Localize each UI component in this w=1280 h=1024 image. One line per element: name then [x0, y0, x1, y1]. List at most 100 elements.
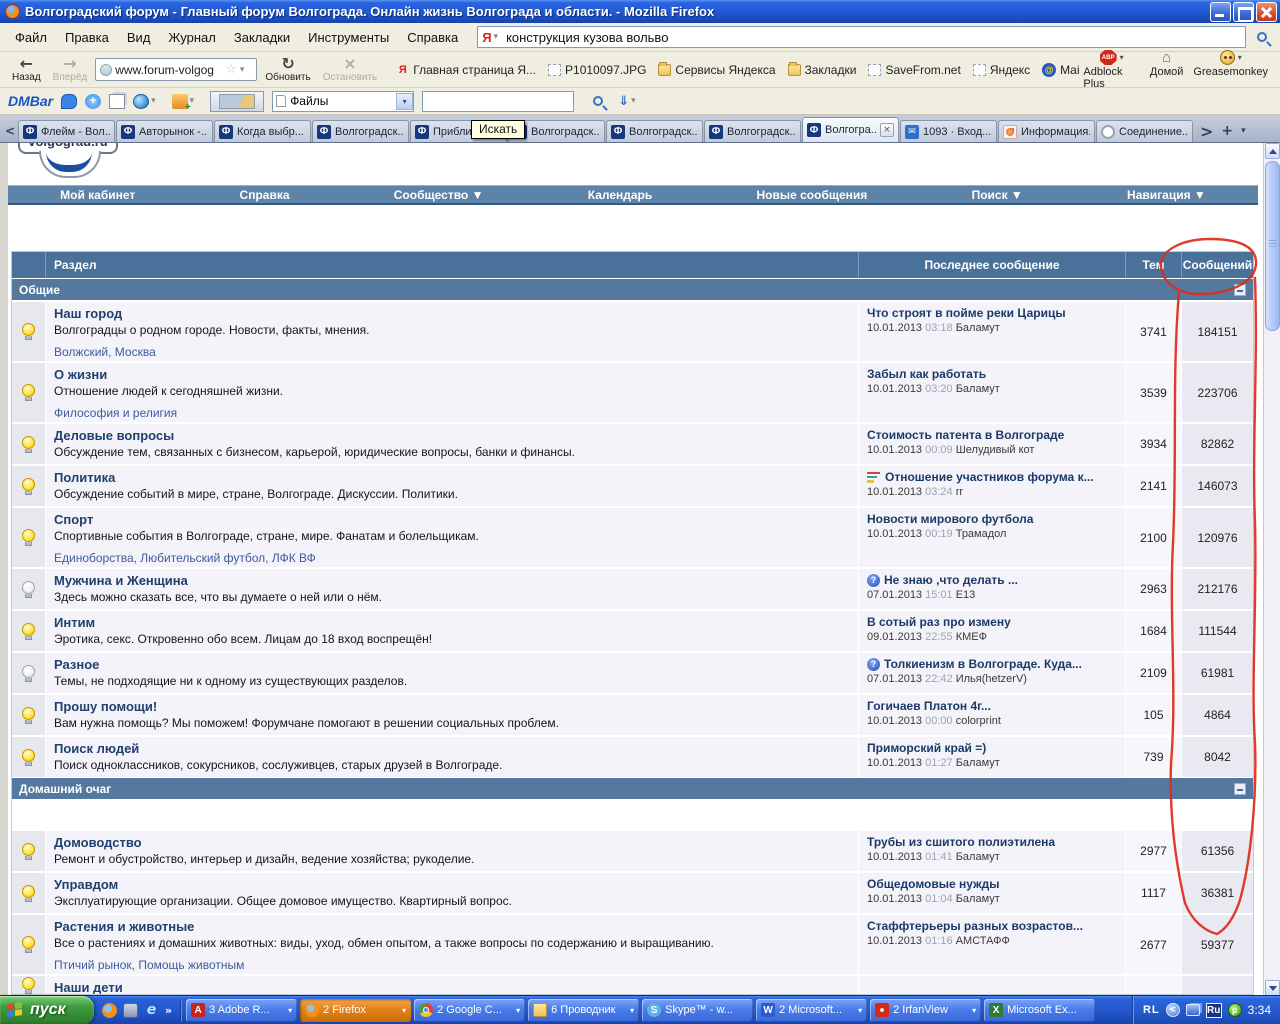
- tab-scroll-left-button[interactable]: <: [2, 120, 18, 142]
- start-button[interactable]: пуск: [0, 996, 94, 1024]
- utorrent-tray-icon[interactable]: µ: [1228, 1003, 1242, 1017]
- bookmark-star-icon[interactable]: ☆: [225, 62, 237, 77]
- maximize-button[interactable]: [1233, 2, 1254, 22]
- menu-item[interactable]: Файл: [6, 27, 56, 48]
- forum-title-link[interactable]: Наши дети: [54, 980, 123, 994]
- add-icon[interactable]: +: [85, 94, 101, 109]
- last-post-link[interactable]: Гогичаев Платон 4г...: [867, 699, 991, 713]
- subforum-links[interactable]: Птичий рынок, Помощь животным: [54, 958, 850, 972]
- scroll-up-button[interactable]: [1265, 143, 1280, 159]
- last-post-link[interactable]: Приморский край =): [867, 741, 986, 755]
- taskbar-button[interactable]: 6 Проводник▾: [528, 999, 639, 1022]
- subforum-links[interactable]: Философия и религия: [54, 406, 850, 420]
- last-post-link[interactable]: Новости мирового футбола: [867, 512, 1033, 526]
- back-button[interactable]: ← Назад: [8, 56, 45, 83]
- vertical-scrollbar[interactable]: [1263, 143, 1280, 995]
- site-nav-item[interactable]: Навигация ▼: [1127, 188, 1206, 202]
- tab[interactable]: ФВолгоградск...: [312, 120, 409, 142]
- category-name[interactable]: Общие: [19, 283, 60, 297]
- dmbar-search-input[interactable]: [422, 91, 574, 112]
- globe-icon[interactable]: [133, 94, 149, 109]
- scroll-down-button[interactable]: [1265, 980, 1280, 995]
- search-go-button[interactable]: [1250, 26, 1274, 48]
- last-post-link[interactable]: В сотый раз про измену: [867, 615, 1011, 629]
- yandex-icon[interactable]: Я: [482, 30, 491, 45]
- quicklaunch-firefox-icon[interactable]: [102, 1003, 117, 1018]
- taskbar-button[interactable]: 2 IrfanView▾: [870, 999, 981, 1022]
- dmbar-search-button[interactable]: [586, 90, 610, 112]
- search-engine-dropdown-icon[interactable]: ▾: [494, 32, 499, 42]
- subforum-links[interactable]: Волжский, Москва: [54, 345, 850, 359]
- adblock-plus-button[interactable]: ABP▾Adblock Plus: [1083, 49, 1140, 90]
- taskbar-button[interactable]: 2 Google C...▾: [414, 999, 525, 1022]
- new-tab-button[interactable]: +: [1221, 123, 1233, 139]
- last-post-link[interactable]: Отношение участников форума к...: [885, 470, 1094, 484]
- forum-title-link[interactable]: О жизни: [54, 367, 107, 382]
- tab[interactable]: Соединение...: [1096, 120, 1193, 142]
- quicklaunch-expand-icon[interactable]: »: [165, 1004, 172, 1017]
- bookmark-item[interactable]: SaveFrom.net: [863, 61, 965, 79]
- forum-title-link[interactable]: Интим: [54, 615, 95, 630]
- header-last-post[interactable]: Последнее сообщение: [858, 252, 1125, 278]
- select-dropdown-icon[interactable]: ▾: [396, 93, 413, 110]
- last-post-link[interactable]: Не знаю ,что делать ...: [884, 573, 1018, 587]
- site-nav-item[interactable]: Календарь: [588, 188, 653, 202]
- url-text[interactable]: www.forum-volgog: [115, 63, 222, 77]
- site-identity-icon[interactable]: [100, 64, 112, 76]
- url-dropdown-icon[interactable]: ▾: [240, 65, 245, 75]
- stop-button[interactable]: × Остановить: [319, 56, 382, 83]
- minimize-button[interactable]: [1210, 2, 1231, 22]
- header-section[interactable]: Раздел: [45, 252, 858, 278]
- collapse-icon[interactable]: [1234, 783, 1246, 795]
- refresh-button[interactable]: ↻ Обновить: [261, 56, 314, 83]
- category-name[interactable]: Домашний очаг: [19, 782, 111, 796]
- scrollbar-thumb[interactable]: [1265, 161, 1280, 331]
- tab-scroll-right-button[interactable]: >: [1200, 122, 1213, 141]
- site-logo[interactable]: volgograd.ru: [18, 143, 122, 178]
- forum-title-link[interactable]: Растения и животные: [54, 919, 194, 934]
- url-bar[interactable]: www.forum-volgog ☆ ▾: [95, 58, 257, 81]
- site-nav-item[interactable]: Сообщество ▼: [394, 188, 484, 202]
- last-post-link[interactable]: Забыл как работать: [867, 367, 986, 381]
- forum-title-link[interactable]: Разное: [54, 657, 99, 672]
- last-post-link[interactable]: Трубы из сшитого полиэтилена: [867, 835, 1055, 849]
- forum-title-link[interactable]: Прошу помощи!: [54, 699, 157, 714]
- tab[interactable]: ✉1093 · Вход...: [900, 120, 997, 142]
- site-nav-item[interactable]: Поиск ▼: [972, 188, 1023, 202]
- files-select[interactable]: Файлы ▾: [272, 91, 414, 112]
- tab[interactable]: Информация...: [998, 120, 1095, 142]
- taskbar-button[interactable]: 2 Firefox▾: [300, 999, 411, 1022]
- forum-title-link[interactable]: Спорт: [54, 512, 93, 527]
- user-add-icon[interactable]: [172, 94, 188, 109]
- last-post-link[interactable]: Стоимость патента в Волгограде: [867, 428, 1064, 442]
- list-all-tabs-button[interactable]: ▾: [1241, 126, 1246, 136]
- forum-title-link[interactable]: Поиск людей: [54, 741, 139, 756]
- site-nav-item[interactable]: Мой кабинет: [60, 188, 135, 202]
- menu-item[interactable]: Журнал: [159, 27, 224, 48]
- bookmark-item[interactable]: Закладки: [783, 61, 862, 79]
- tab[interactable]: ФВолгоградск...: [704, 120, 801, 142]
- menu-item[interactable]: Закладки: [225, 27, 299, 48]
- site-nav-item[interactable]: Новые сообщения: [757, 188, 868, 202]
- bookmark-item[interactable]: ЯГлавная страница Я...: [391, 61, 541, 79]
- snapshot-button[interactable]: [210, 91, 264, 112]
- taskbar-button[interactable]: XMicrosoft Ex...: [984, 999, 1095, 1022]
- bookmark-item[interactable]: Яндекс: [968, 61, 1035, 79]
- bookmark-item[interactable]: P1010097.JPG: [543, 61, 651, 79]
- last-post-link[interactable]: Что строят в пойме реки Царицы: [867, 306, 1066, 320]
- tab[interactable]: ФВолгоградск...: [606, 120, 703, 142]
- globe-dropdown-icon[interactable]: ▾: [151, 96, 156, 106]
- header-topics[interactable]: Тем: [1125, 252, 1181, 278]
- forum-title-link[interactable]: Домоводство: [54, 835, 142, 850]
- taskbar-button[interactable]: W2 Microsoft...▾: [756, 999, 867, 1022]
- домой-button[interactable]: ⌂Домой: [1150, 49, 1184, 78]
- menu-item[interactable]: Инструменты: [299, 27, 398, 48]
- yandex-search-bar[interactable]: Я ▾ конструкция кузова вольво: [477, 26, 1246, 48]
- forward-button[interactable]: → Вперёд: [49, 56, 92, 83]
- chat-icon[interactable]: [61, 94, 77, 109]
- menu-item[interactable]: Справка: [398, 27, 467, 48]
- forum-title-link[interactable]: Наш город: [54, 306, 122, 321]
- quicklaunch-ie-icon[interactable]: e: [144, 1003, 159, 1018]
- tab[interactable]: ФКогда выбр...: [214, 120, 311, 142]
- tab[interactable]: ФАвторынок -...: [116, 120, 213, 142]
